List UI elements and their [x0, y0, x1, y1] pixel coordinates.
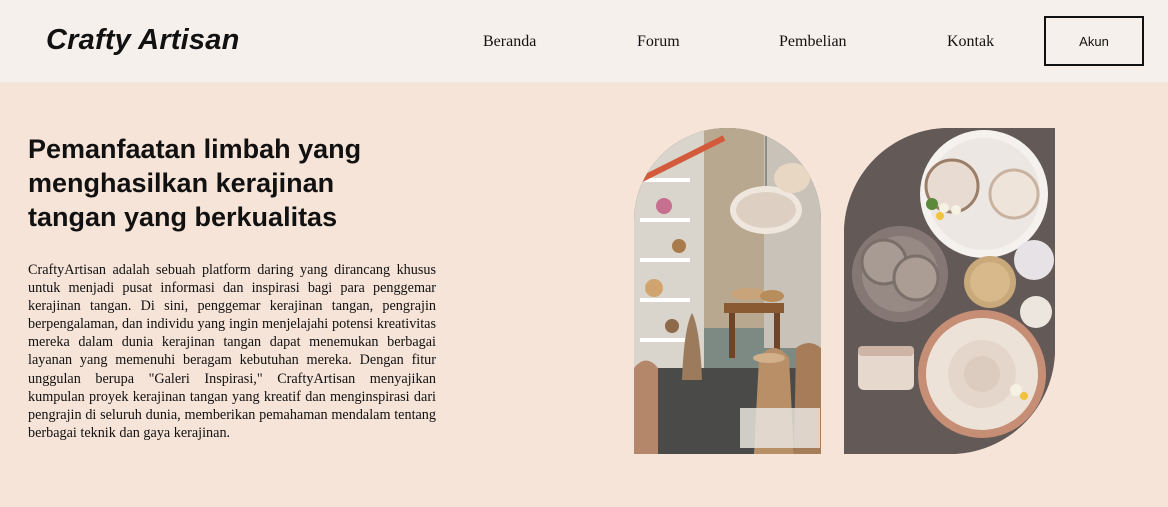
nav-link-beranda[interactable]: Beranda: [483, 33, 536, 51]
top-navigation-bar: Crafty Artisan Beranda Forum Pembelian K…: [0, 0, 1168, 82]
ceramic-plates-photo: [844, 128, 1055, 454]
nav-link-forum[interactable]: Forum: [637, 33, 680, 51]
site-logo[interactable]: Crafty Artisan: [46, 24, 240, 57]
craft-shop-illustration: [634, 128, 821, 454]
hero-description: CraftyArtisan adalah sebuah platform dar…: [28, 262, 436, 441]
craft-shop-photo: [634, 128, 821, 454]
hero-title: Pemanfaatan limbah yang menghasilkan ker…: [28, 134, 362, 232]
nav-link-kontak[interactable]: Kontak: [947, 33, 994, 51]
account-button[interactable]: Akun: [1044, 16, 1144, 66]
nav-link-pembelian[interactable]: Pembelian: [779, 33, 847, 51]
ceramics-illustration: [844, 128, 1055, 454]
